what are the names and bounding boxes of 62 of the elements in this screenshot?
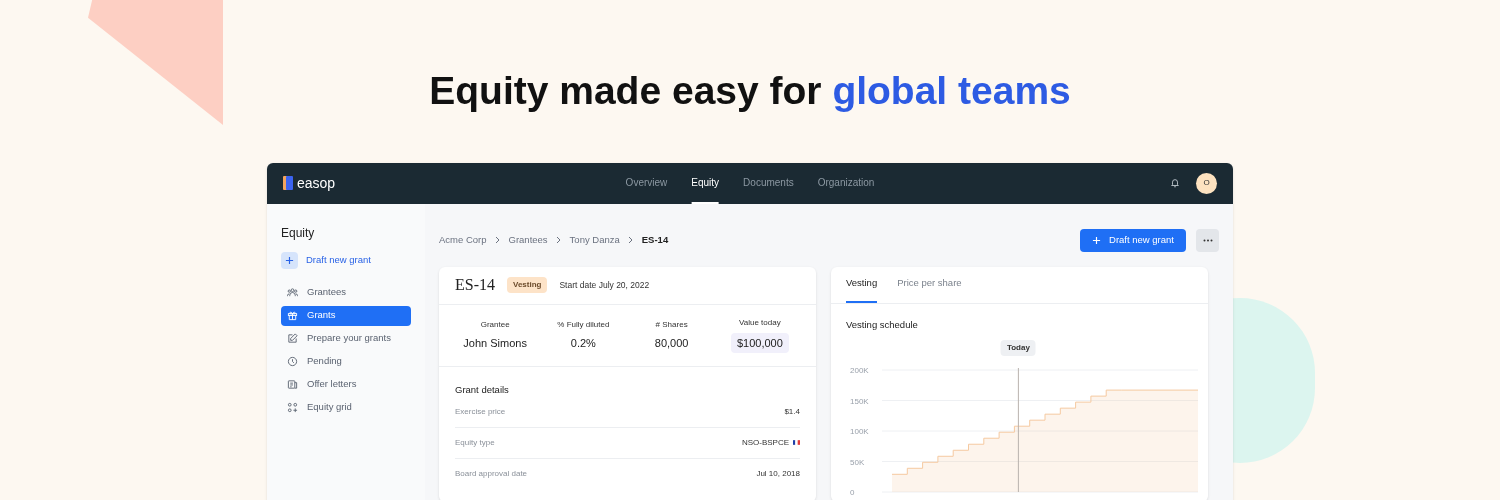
stat-label: % Fully diluted xyxy=(557,318,610,331)
plus-icon xyxy=(285,255,294,265)
stat-value: 80,000 xyxy=(654,335,689,351)
sidebar-item[interactable]: Offer letters xyxy=(281,374,411,395)
more-button[interactable] xyxy=(1196,228,1219,252)
status-badge: Vesting xyxy=(507,277,548,293)
headline: Equity made easy for global teams xyxy=(429,68,1071,114)
axis-tick-label: 200K xyxy=(850,365,869,375)
breadcrumb-item[interactable]: Acme Corp xyxy=(439,232,487,248)
sidebar-title: Equity xyxy=(281,224,316,242)
stat-label: Value today xyxy=(739,316,781,329)
section-title: Grant details xyxy=(455,382,510,397)
axis-tick-label: 50K xyxy=(850,457,865,467)
draft-grant-link[interactable]: Draft new grant xyxy=(281,251,371,269)
axis-tick-label: 0 xyxy=(850,487,855,497)
sidebar-item[interactable]: Prepare your grants xyxy=(281,328,411,349)
detail-label: Board approval date xyxy=(455,468,528,481)
sidebar-item[interactable]: Grantees xyxy=(281,282,411,303)
chevron-right-icon xyxy=(555,236,562,244)
bell-icon[interactable] xyxy=(1170,178,1180,188)
detail-value: $1.4 xyxy=(784,405,800,418)
start-date: Start date July 20, 2022 xyxy=(559,278,650,292)
sidebar-item[interactable]: Grants xyxy=(281,305,411,326)
clock-icon xyxy=(287,356,298,367)
chevron-right-icon xyxy=(627,236,634,244)
grid-plus-icon xyxy=(287,402,298,413)
axis-tick-label: 100K xyxy=(850,426,869,436)
breadcrumb-item[interactable]: Tony Danza xyxy=(569,232,620,248)
flag-icon xyxy=(793,440,800,446)
nav-tab[interactable]: Organization xyxy=(817,162,875,204)
chevron-right-icon xyxy=(494,236,501,244)
detail-value: Jul 10, 2018 xyxy=(756,468,800,481)
breadcrumb-item[interactable]: Grantees xyxy=(508,232,548,248)
stat-label: Grantee xyxy=(480,318,510,331)
chart-title: Vesting schedule xyxy=(846,317,919,332)
avatar[interactable]: O xyxy=(1196,172,1217,194)
detail-value: NSO-BSPCE xyxy=(741,436,789,449)
detail-label: Equity type xyxy=(455,436,495,449)
nav-tab[interactable]: Overview xyxy=(625,162,668,204)
stat-label: # Shares xyxy=(655,318,688,331)
plus-icon xyxy=(1092,235,1102,245)
today-label: Today xyxy=(1000,339,1036,356)
grant-title: ES-14 xyxy=(455,275,495,295)
logo-icon xyxy=(283,176,293,190)
chart-tab[interactable]: Vesting xyxy=(846,266,878,303)
draft-grant-button[interactable]: Draft new grant xyxy=(1080,228,1186,252)
logo-text: easop xyxy=(297,173,336,193)
chart-tab[interactable]: Price per share xyxy=(897,266,962,303)
gift-icon xyxy=(287,310,298,321)
stat-value: John Simons xyxy=(463,335,527,351)
more-icon xyxy=(1202,238,1213,242)
stat-value: $100,000 xyxy=(730,332,789,354)
nav-tab[interactable]: Documents xyxy=(743,162,794,204)
axis-tick-label: 150K xyxy=(850,396,869,406)
breadcrumb-item: ES-14 xyxy=(641,232,669,247)
sidebar-item[interactable]: Pending xyxy=(281,351,411,372)
stat-value: 0.2% xyxy=(570,335,596,351)
sidebar-item[interactable]: Equity grid xyxy=(281,397,411,418)
document-icon xyxy=(287,379,298,390)
pencil-square-icon xyxy=(287,333,298,344)
detail-label: Exercise price xyxy=(455,405,506,418)
people-icon xyxy=(287,287,298,298)
